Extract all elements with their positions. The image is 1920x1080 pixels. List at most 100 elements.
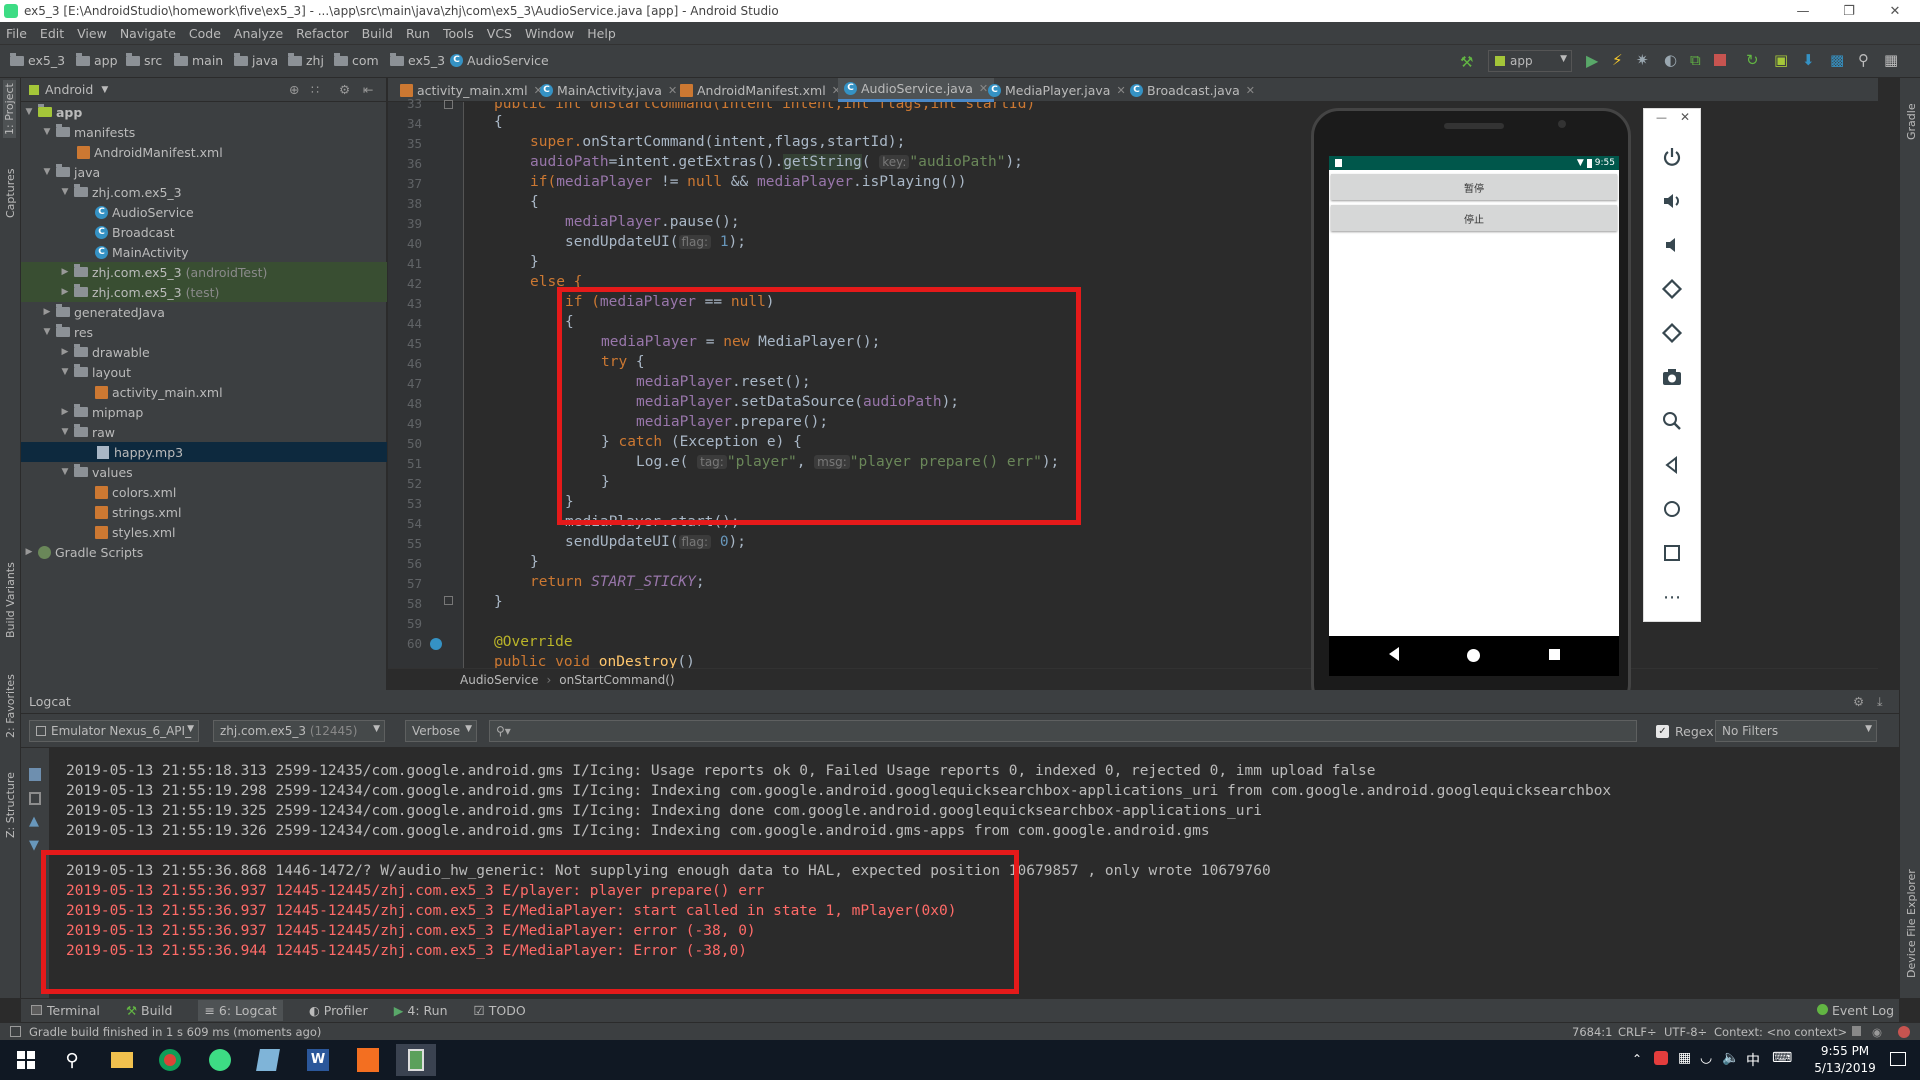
pdf-app-icon[interactable]: [348, 1044, 388, 1076]
android-studio-taskbar-icon[interactable]: [200, 1044, 240, 1076]
gradle-tool-tab[interactable]: Gradle: [1905, 103, 1918, 140]
expand-arrow-icon[interactable]: ▼: [59, 467, 71, 477]
sync-icon[interactable]: ↻: [1746, 51, 1759, 69]
tray-app-icon[interactable]: [1654, 1051, 1668, 1065]
volume-up-icon[interactable]: [1658, 187, 1686, 215]
profile-icon[interactable]: ◐: [1664, 51, 1677, 69]
expand-arrow-icon[interactable]: ▼: [23, 107, 35, 117]
expand-arrow-icon[interactable]: ▼: [59, 427, 71, 437]
menu-view[interactable]: View: [77, 26, 107, 41]
expand-arrow-icon[interactable]: ▼: [41, 167, 53, 177]
tree-item[interactable]: ▼ app: [21, 102, 387, 122]
breadcrumb-item[interactable]: zhj: [288, 52, 324, 68]
expand-arrow-icon[interactable]: ▼: [41, 327, 53, 337]
action-center-icon[interactable]: [1890, 1052, 1906, 1066]
build-variants-tool-tab[interactable]: Build Variants: [4, 562, 17, 638]
maximize-button[interactable]: ❐: [1826, 0, 1872, 22]
menu-navigate[interactable]: Navigate: [120, 26, 176, 41]
search-everywhere-icon[interactable]: ⚲: [1858, 51, 1869, 69]
expand-arrow-icon[interactable]: ▶: [59, 407, 71, 417]
taskbar-time[interactable]: 9:55 PM: [1812, 1044, 1878, 1058]
tree-item[interactable]: ▼ res: [21, 322, 387, 342]
tab-main-activity-java[interactable]: C MainActivity.java ✕: [534, 78, 683, 102]
rotate-right-icon[interactable]: [1658, 319, 1686, 347]
expand-arrow-icon[interactable]: ▶: [23, 547, 35, 557]
up-arrow-icon[interactable]: ▲: [29, 814, 39, 829]
captures-tool-tab[interactable]: Captures: [4, 169, 17, 218]
tree-item[interactable]: ▼ manifests: [21, 122, 387, 142]
avd-manager-icon[interactable]: ▣: [1774, 51, 1788, 69]
gear-icon[interactable]: ⚙: [339, 82, 350, 97]
favorites-tool-tab[interactable]: 2: Favorites: [4, 674, 17, 738]
tab-run[interactable]: ▶ 4: Run: [394, 1003, 448, 1018]
keyboard-icon[interactable]: ⌨: [1772, 1050, 1792, 1066]
tree-item[interactable]: ▼ values: [21, 462, 387, 482]
make-project-hammer-icon[interactable]: ⚒: [1460, 53, 1473, 71]
debug-icon[interactable]: ✷: [1636, 51, 1649, 69]
override-marker-icon[interactable]: [430, 638, 442, 650]
tab-broadcast-java[interactable]: C Broadcast.java ✕: [1124, 78, 1261, 102]
event-log-tab[interactable]: Event Log: [1817, 1003, 1894, 1018]
tab-terminal[interactable]: Terminal: [31, 1003, 100, 1018]
sync-scroll-icon[interactable]: ⊕: [289, 82, 299, 97]
tree-item[interactable]: ▶ Gradle Scripts: [21, 542, 387, 562]
regex-checkbox[interactable]: ✓: [1656, 725, 1669, 738]
expand-arrow-icon[interactable]: ▶: [59, 347, 71, 357]
tree-item[interactable]: AndroidManifest.xml: [21, 142, 387, 162]
expand-arrow-icon[interactable]: ▼: [59, 187, 71, 197]
windows-start-icon[interactable]: [6, 1044, 46, 1076]
menu-build[interactable]: Build: [362, 26, 393, 41]
menu-edit[interactable]: Edit: [40, 26, 64, 41]
lock-icon[interactable]: [1852, 1026, 1861, 1036]
breadcrumb-item[interactable]: src: [126, 52, 162, 68]
breadcrumb-item[interactable]: main: [174, 52, 223, 68]
menu-file[interactable]: File: [6, 26, 27, 41]
fold-marker-icon[interactable]: [444, 596, 453, 605]
wifi-icon[interactable]: ◡: [1700, 1050, 1712, 1066]
breadcrumb-item[interactable]: java: [234, 52, 278, 68]
tab-build[interactable]: ⚒ Build: [126, 1003, 173, 1018]
logcat-search-input[interactable]: ⚲▾: [489, 720, 1637, 742]
project-structure-icon[interactable]: ▦: [1884, 51, 1898, 69]
rotate-left-icon[interactable]: [1658, 275, 1686, 303]
expand-arrow-icon[interactable]: ▶: [41, 307, 53, 317]
menu-window[interactable]: Window: [525, 26, 574, 41]
breadcrumb-class[interactable]: AudioService: [460, 673, 538, 687]
notes-app-icon[interactable]: [248, 1044, 288, 1076]
tree-item[interactable]: styles.xml: [21, 522, 387, 542]
project-tool-tab[interactable]: 1: Project: [3, 80, 16, 138]
gear-icon[interactable]: ⚙: [1853, 694, 1864, 709]
search-icon[interactable]: ⚲: [52, 1044, 92, 1076]
tree-item[interactable]: C AudioService: [21, 202, 387, 222]
expand-arrow-icon[interactable]: ▼: [41, 127, 53, 137]
tab-media-player-java[interactable]: C MediaPlayer.java ✕: [982, 78, 1132, 102]
breadcrumb-method[interactable]: onStartCommand(): [559, 673, 674, 687]
emulator-screen[interactable]: ▼ 9:55 暂停 停止: [1329, 156, 1619, 636]
device-file-explorer-tool-tab[interactable]: Device File Explorer: [1905, 869, 1918, 978]
tree-item[interactable]: C Broadcast: [21, 222, 387, 242]
tab-android-manifest-xml[interactable]: AndroidManifest.xml ✕: [674, 78, 847, 102]
network-icon[interactable]: ▦: [1678, 1050, 1691, 1066]
down-arrow-icon[interactable]: ▼: [29, 838, 39, 853]
line-separator[interactable]: CRLF÷: [1618, 1025, 1657, 1039]
tree-item-selected[interactable]: happy.mp3: [21, 442, 387, 462]
menu-help[interactable]: Help: [587, 26, 616, 41]
power-icon[interactable]: [1658, 143, 1686, 171]
context-indicator[interactable]: Context: <no context>: [1714, 1025, 1847, 1039]
pause-button[interactable]: 暂停: [1331, 174, 1617, 200]
taskbar-date[interactable]: 5/13/2019: [1808, 1061, 1882, 1075]
emulator-taskbar-icon[interactable]: [396, 1044, 436, 1076]
close-button[interactable]: ✕: [1872, 0, 1918, 22]
tree-item[interactable]: activity_main.xml: [21, 382, 387, 402]
camera-icon[interactable]: [1658, 363, 1686, 391]
process-select[interactable]: zhj.com.ex5_3 (12445) ▼: [213, 720, 385, 742]
collapse-all-icon[interactable]: ∷: [311, 82, 319, 97]
menu-tools[interactable]: Tools: [443, 26, 474, 41]
expand-arrow-icon[interactable]: ▶: [59, 287, 71, 297]
overview-icon[interactable]: [1549, 649, 1560, 660]
breadcrumb-item[interactable]: ex5_3: [10, 52, 65, 68]
tree-item[interactable]: strings.xml: [21, 502, 387, 522]
menu-code[interactable]: Code: [189, 26, 221, 41]
tree-item[interactable]: ▼ java: [21, 162, 387, 182]
back-icon[interactable]: [1658, 451, 1686, 479]
